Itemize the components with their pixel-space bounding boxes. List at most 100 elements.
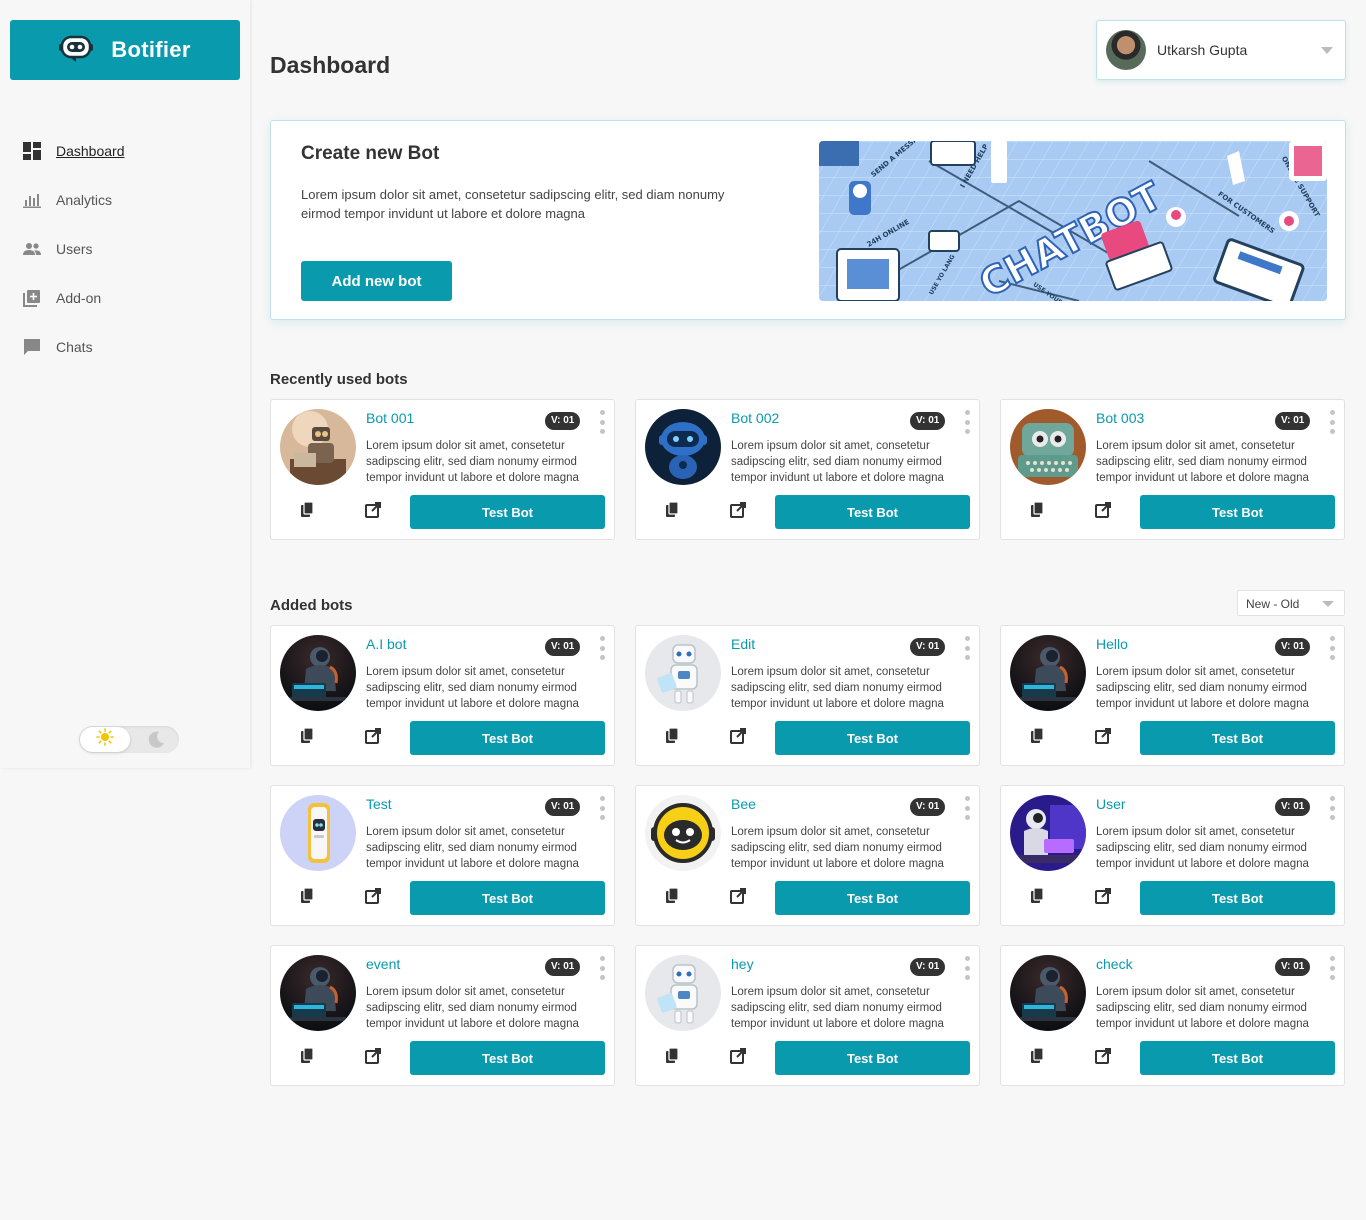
more-options-icon[interactable] <box>962 636 972 660</box>
bot-name[interactable]: A.I bot <box>366 636 406 652</box>
more-options-icon[interactable] <box>962 796 972 820</box>
sidebar-nav: Dashboard Analytics Users Add-on Chats <box>22 126 232 371</box>
copy-button[interactable] <box>645 1041 701 1075</box>
bot-description: Lorem ipsum dolor sit amet, consetetur s… <box>366 666 579 710</box>
bot-name[interactable]: Edit <box>731 636 755 652</box>
bot-card: Bee V: 01 Lorem ipsum dolor sit amet, cons… <box>635 785 980 926</box>
more-options-icon[interactable] <box>597 796 607 820</box>
open-external-button[interactable] <box>1075 881 1131 915</box>
user-menu[interactable]: Utkarsh Gupta <box>1096 20 1346 80</box>
copy-button[interactable] <box>280 495 336 529</box>
bot-name[interactable]: Test <box>366 796 392 812</box>
bot-logo-icon <box>59 33 94 68</box>
nav-item-dashboard[interactable]: Dashboard <box>22 126 232 175</box>
bot-description: Lorem ipsum dolor sit amet, consetetur s… <box>366 826 579 870</box>
open-external-button[interactable] <box>710 721 766 755</box>
bot-name[interactable]: Hello <box>1096 636 1128 652</box>
test-bot-button[interactable]: Test Bot <box>1140 881 1335 915</box>
bot-avatar <box>280 635 356 711</box>
bot-name[interactable]: Bot 002 <box>731 410 779 426</box>
test-bot-button[interactable]: Test Bot <box>1140 1041 1335 1075</box>
copy-button[interactable] <box>280 1041 336 1075</box>
light-mode-option[interactable] <box>80 727 130 752</box>
version-badge: V: 01 <box>910 412 946 430</box>
more-options-icon[interactable] <box>962 956 972 980</box>
bot-description: Lorem ipsum dolor sit amet, consetetur s… <box>731 986 944 1030</box>
nav-item-users[interactable]: Users <box>22 224 232 273</box>
open-external-button[interactable] <box>1075 1041 1131 1075</box>
user-name: Utkarsh Gupta <box>1157 42 1248 58</box>
test-bot-button[interactable]: Test Bot <box>775 1041 970 1075</box>
open-external-button[interactable] <box>345 881 401 915</box>
open-external-button[interactable] <box>345 495 401 529</box>
copy-button[interactable] <box>280 881 336 915</box>
sidebar: Botifier Dashboard Analytics Users Add-o… <box>0 0 250 768</box>
open-external-button[interactable] <box>345 1041 401 1075</box>
sun-icon <box>96 728 114 751</box>
create-bot-title: Create new Bot <box>301 143 440 164</box>
more-options-icon[interactable] <box>597 410 607 434</box>
more-options-icon[interactable] <box>1327 796 1337 820</box>
test-bot-button[interactable]: Test Bot <box>410 721 605 755</box>
open-external-button[interactable] <box>1075 495 1131 529</box>
nav-item-analytics[interactable]: Analytics <box>22 175 232 224</box>
open-external-button[interactable] <box>710 1041 766 1075</box>
bot-name[interactable]: event <box>366 956 400 972</box>
version-badge: V: 01 <box>545 638 581 656</box>
copy-icon <box>666 887 680 908</box>
moon-icon[interactable] <box>148 731 165 753</box>
test-bot-button[interactable]: Test Bot <box>410 495 605 529</box>
bot-description: Lorem ipsum dolor sit amet, consetetur s… <box>366 986 579 1030</box>
recent-bots-title: Recently used bots <box>270 371 408 388</box>
add-new-bot-button[interactable]: Add new bot <box>301 261 452 301</box>
copy-button[interactable] <box>645 495 701 529</box>
bot-avatar <box>1010 795 1086 871</box>
nav-item-add-on[interactable]: Add-on <box>22 273 232 322</box>
copy-button[interactable] <box>1010 1041 1066 1075</box>
add-on-icon <box>22 288 42 308</box>
test-bot-button[interactable]: Test Bot <box>1140 721 1335 755</box>
bot-card: Edit V: 01 Lorem ipsum dolor sit amet, con… <box>635 625 980 766</box>
version-badge: V: 01 <box>545 412 581 430</box>
more-options-icon[interactable] <box>962 410 972 434</box>
more-options-icon[interactable] <box>1327 636 1337 660</box>
theme-toggle[interactable] <box>79 726 179 753</box>
bot-name[interactable]: check <box>1096 956 1133 972</box>
test-bot-button[interactable]: Test Bot <box>775 495 970 529</box>
bot-avatar <box>645 409 721 485</box>
open-external-button[interactable] <box>1075 721 1131 755</box>
test-bot-button[interactable]: Test Bot <box>775 881 970 915</box>
nav-label-dashboard: Dashboard <box>56 142 125 159</box>
bot-name[interactable]: Bee <box>731 796 756 812</box>
sort-select[interactable]: New - Old <box>1237 590 1345 616</box>
bot-name[interactable]: User <box>1096 796 1126 812</box>
more-options-icon[interactable] <box>1327 956 1337 980</box>
copy-icon <box>301 501 315 522</box>
open-external-button[interactable] <box>345 721 401 755</box>
test-bot-button[interactable]: Test Bot <box>410 1041 605 1075</box>
copy-button[interactable] <box>1010 495 1066 529</box>
bot-name[interactable]: Bot 003 <box>1096 410 1144 426</box>
copy-button[interactable] <box>645 881 701 915</box>
bot-card: event V: 01 Lorem ipsum dolor sit amet, co… <box>270 945 615 1086</box>
open-external-button[interactable] <box>710 881 766 915</box>
copy-button[interactable] <box>645 721 701 755</box>
bot-name[interactable]: Bot 001 <box>366 410 414 426</box>
copy-button[interactable] <box>1010 721 1066 755</box>
copy-button[interactable] <box>1010 881 1066 915</box>
nav-item-chats[interactable]: Chats <box>22 322 232 371</box>
more-options-icon[interactable] <box>597 636 607 660</box>
test-bot-button[interactable]: Test Bot <box>410 881 605 915</box>
open-external-button[interactable] <box>710 495 766 529</box>
open-external-icon <box>1095 727 1111 749</box>
brand-logo[interactable]: Botifier <box>10 20 240 80</box>
more-options-icon[interactable] <box>1327 410 1337 434</box>
test-bot-button[interactable]: Test Bot <box>1140 495 1335 529</box>
bot-name[interactable]: hey <box>731 956 754 972</box>
version-badge: V: 01 <box>1275 798 1311 816</box>
more-options-icon[interactable] <box>597 956 607 980</box>
copy-button[interactable] <box>280 721 336 755</box>
chevron-down-icon <box>1321 47 1333 54</box>
bot-avatar <box>1010 409 1086 485</box>
test-bot-button[interactable]: Test Bot <box>775 721 970 755</box>
